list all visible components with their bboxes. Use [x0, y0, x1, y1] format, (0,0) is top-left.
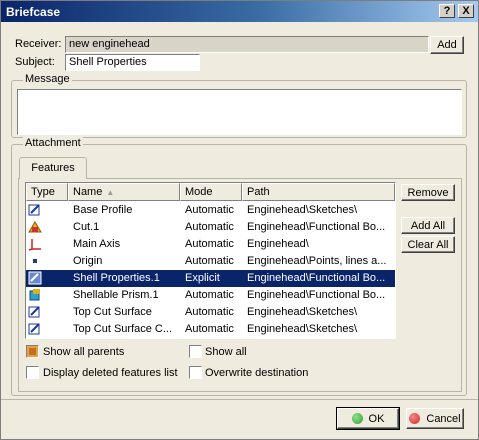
sketch-icon: [28, 322, 42, 336]
overwrite-destination-checkbox[interactable]: [189, 366, 202, 379]
table-row[interactable]: Origin Automatic Enginehead\Points, lines …: [26, 253, 395, 270]
row-mode: Explicit: [185, 272, 220, 284]
row-mode: Automatic: [185, 204, 234, 216]
column-header-name[interactable]: Name ▲: [68, 183, 180, 201]
row-name: Top Cut Surface C...: [73, 323, 173, 335]
table-row[interactable]: Cut.1 Automatic Enginehead\Functional Bo..…: [26, 219, 395, 236]
list-header: Type Name ▲ Mode Path: [26, 183, 395, 201]
display-deleted-label: Display deleted features list: [43, 367, 178, 379]
sort-arrow-icon: ▲: [106, 188, 115, 197]
table-row[interactable]: Main Axis Automatic Enginehead\: [26, 236, 395, 253]
row-path: Enginehead\Functional Bo...: [247, 221, 386, 233]
sketch-icon: [28, 305, 42, 319]
subject-input[interactable]: Shell Properties: [65, 54, 200, 71]
features-list[interactable]: Type Name ▲ Mode Path Base Profile Automat…: [25, 182, 396, 339]
help-button[interactable]: ?: [439, 4, 455, 18]
add-all-button[interactable]: Add All: [401, 217, 455, 234]
subject-label: Subject:: [15, 56, 55, 68]
row-mode: Automatic: [185, 306, 234, 318]
row-name: Shellable Prism.1: [73, 289, 159, 301]
cut-icon: [28, 220, 42, 234]
show-all-label: Show all: [205, 346, 247, 358]
row-path: Enginehead\Sketches\: [247, 306, 358, 318]
row-mode: Automatic: [185, 255, 234, 267]
clear-all-button[interactable]: Clear All: [401, 236, 455, 253]
row-mode: Automatic: [185, 238, 234, 250]
receiver-label: Receiver:: [15, 38, 62, 50]
column-header-mode[interactable]: Mode: [180, 183, 242, 201]
row-mode: Automatic: [185, 323, 234, 335]
sketch-icon: [28, 203, 42, 217]
row-mode: Automatic: [185, 221, 234, 233]
column-header-path[interactable]: Path: [242, 183, 395, 201]
receiver-field[interactable]: new enginehead: [65, 36, 429, 53]
row-name: Base Profile: [73, 204, 133, 216]
row-name: Shell Properties.1: [73, 272, 160, 284]
ok-button[interactable]: OK: [336, 407, 400, 430]
show-all-parents-label: Show all parents: [43, 346, 125, 358]
row-path: Enginehead\Points, lines a...: [247, 255, 387, 267]
remove-button[interactable]: Remove: [401, 184, 455, 201]
table-row[interactable]: Shell Properties.1 Explicit Enginehead\Fun…: [26, 270, 395, 287]
message-textarea[interactable]: [17, 89, 462, 135]
show-all-parents-checkbox[interactable]: [26, 345, 39, 358]
row-name: Origin: [73, 255, 103, 267]
window-title: Briefcase: [6, 5, 61, 19]
cancel-icon: [409, 413, 421, 424]
cancel-button[interactable]: Cancel: [406, 408, 464, 429]
shell-icon: [28, 271, 42, 285]
briefcase-dialog: Briefcase ? X Receiver: new enginehead A…: [0, 0, 479, 440]
column-header-type[interactable]: Type: [26, 183, 68, 201]
title-bar[interactable]: Briefcase ? X: [1, 1, 478, 22]
axis-icon: [28, 237, 42, 251]
table-row[interactable]: Base Profile Automatic Enginehead\Sketches…: [26, 202, 395, 219]
display-deleted-checkbox[interactable]: [26, 366, 39, 379]
prism-icon: [28, 288, 42, 302]
attachment-label: Attachment: [23, 137, 83, 149]
row-mode: Automatic: [185, 289, 234, 301]
tab-features[interactable]: Features: [19, 157, 87, 179]
row-path: Enginehead\Sketches\: [247, 204, 358, 216]
overwrite-destination-label: Overwrite destination: [205, 367, 309, 379]
footer-separator: [1, 399, 478, 400]
row-name: Cut.1: [73, 221, 100, 233]
row-name: Main Axis: [73, 238, 121, 250]
origin-icon: [28, 254, 42, 268]
add-button[interactable]: Add: [430, 36, 464, 54]
table-row[interactable]: Top Cut Surface Automatic Enginehead\Sketc…: [26, 304, 395, 321]
row-path: Enginehead\Sketches\: [247, 323, 358, 335]
row-path: Enginehead\Functional Bo...: [247, 272, 386, 284]
table-row[interactable]: Top Cut Surface C... Automatic Enginehead\…: [26, 321, 395, 338]
message-label: Message: [23, 73, 72, 85]
ok-icon: [351, 413, 363, 424]
row-path: Enginehead\: [247, 238, 309, 250]
show-all-checkbox[interactable]: [189, 345, 202, 358]
close-button[interactable]: X: [458, 4, 474, 18]
row-path: Enginehead\Functional Bo...: [247, 289, 386, 301]
table-row[interactable]: Shellable Prism.1 Automatic Enginehead\Fun…: [26, 287, 395, 304]
row-name: Top Cut Surface: [73, 306, 152, 318]
